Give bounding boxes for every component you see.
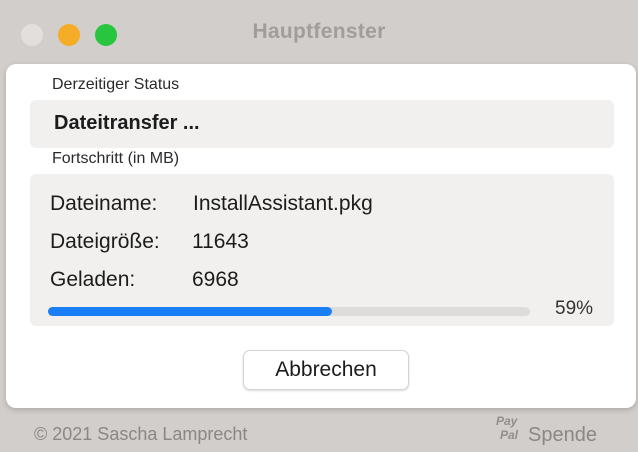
- filesize-value: 11643: [192, 230, 249, 253]
- progress-bar-fill: [48, 307, 333, 316]
- loaded-label: Geladen:: [50, 268, 136, 291]
- status-box: Dateitransfer ...: [30, 100, 614, 148]
- status-section-label: Derzeitiger Status: [52, 76, 180, 93]
- main-panel: Derzeitiger Status Dateitransfer ... For…: [6, 64, 636, 408]
- donate-label: Spende: [528, 424, 597, 446]
- progress-bar: [48, 307, 530, 316]
- cancel-button[interactable]: Abbrechen: [243, 350, 409, 390]
- paypal-logo-text-pal: Pal: [500, 428, 519, 442]
- copyright-text: © 2021 Sascha Lamprecht: [34, 424, 248, 444]
- loaded-row: Geladen: 6968: [50, 268, 239, 292]
- paypal-logo-text-pay: Pay: [496, 414, 518, 428]
- progress-percent: 59%: [555, 298, 594, 319]
- paypal-icon: Pay Pal: [496, 414, 530, 448]
- filesize-row: Dateigröße: 11643: [50, 230, 249, 254]
- progress-section-label: Fortschritt (in MB): [52, 150, 180, 167]
- app-window: Hauptfenster Derzeitiger Status Dateitra…: [0, 0, 638, 452]
- filename-label: Dateiname:: [50, 192, 158, 215]
- progress-box: Dateiname: InstallAssistant.pkg Dateigrö…: [30, 174, 614, 326]
- window-title: Hauptfenster: [252, 20, 386, 43]
- title-bar[interactable]: Hauptfenster: [0, 0, 638, 64]
- filesize-label: Dateigröße:: [50, 230, 160, 253]
- filename-row: Dateiname: InstallAssistant.pkg: [50, 192, 373, 216]
- filename-value: InstallAssistant.pkg: [193, 192, 373, 215]
- status-value: Dateitransfer ...: [54, 112, 200, 134]
- loaded-value: 6968: [192, 268, 239, 291]
